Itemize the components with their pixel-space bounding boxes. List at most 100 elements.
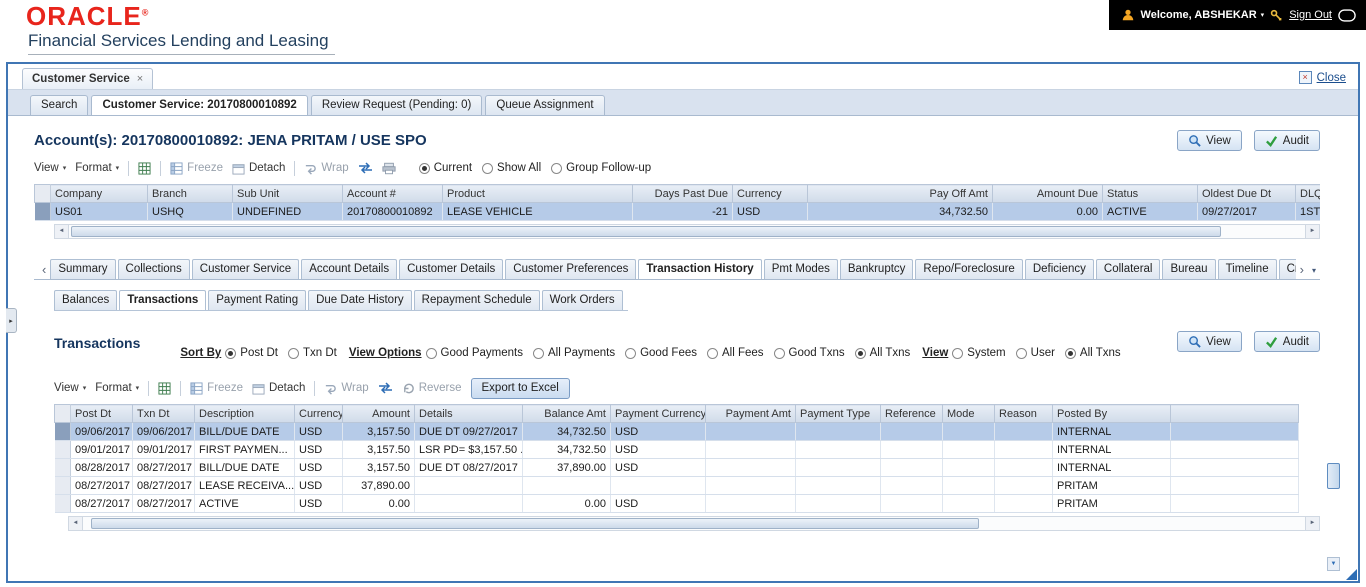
- tab-account-details[interactable]: Account Details: [301, 259, 398, 279]
- resize-grip-icon[interactable]: [1346, 569, 1357, 580]
- transactions-view-menu[interactable]: View ▾: [54, 382, 86, 394]
- radio-icon[interactable]: [425, 347, 437, 359]
- column-header-amount[interactable]: Amount: [342, 404, 415, 423]
- session-icon[interactable]: [1338, 8, 1356, 22]
- page-tab-queue-assignment[interactable]: Queue Assignment: [485, 95, 605, 115]
- tabs-overflow-icon[interactable]: ▾: [1308, 266, 1320, 279]
- tabs-scroll-left-icon[interactable]: ‹: [38, 263, 50, 279]
- table-row[interactable]: US01 USHQ UNDEFINED 20170800010892 LEASE VEH…: [34, 202, 1320, 221]
- column-header-details[interactable]: Details: [414, 404, 523, 423]
- window-tab-customer-service[interactable]: Customer Service ×: [22, 68, 154, 89]
- row-selector[interactable]: [54, 476, 71, 495]
- column-header-amount-due[interactable]: Amount Due: [992, 184, 1103, 203]
- account-filter-option-group-follow-up[interactable]: Group Follow-up: [551, 162, 651, 174]
- radio-icon[interactable]: [952, 347, 964, 359]
- tab-close-icon[interactable]: ×: [137, 73, 143, 85]
- tab-customer-preferences[interactable]: Customer Preferences: [505, 259, 637, 279]
- row-selector[interactable]: [54, 440, 71, 459]
- reverse-button[interactable]: Reverse: [402, 382, 462, 395]
- table-row[interactable]: 08/27/2017 08/27/2017 LEASE RECEIVA... USD 3…: [54, 476, 1299, 495]
- column-header-payment-amt[interactable]: Payment Amt: [705, 404, 796, 423]
- column-header-sub-unit[interactable]: Sub Unit: [232, 184, 343, 203]
- view-options-option-all-fees[interactable]: All Fees: [707, 347, 764, 359]
- view-options-option-all-payments[interactable]: All Payments: [532, 347, 615, 359]
- row-selector[interactable]: [54, 422, 71, 441]
- detach-button[interactable]: Detach: [232, 162, 285, 175]
- hscrollbar-thumb[interactable]: [91, 518, 979, 529]
- tab-collateral[interactable]: Collateral: [1095, 259, 1161, 279]
- radio-icon[interactable]: [225, 347, 237, 359]
- account-view-menu[interactable]: View ▾: [34, 162, 66, 174]
- column-header-days-past-due[interactable]: Days Past Due: [632, 184, 733, 203]
- vertical-scrollbar[interactable]: ▼: [1327, 122, 1340, 571]
- view-filter-option-user[interactable]: User: [1015, 347, 1055, 359]
- table-row[interactable]: 08/28/2017 08/27/2017 BILL/DUE DATE USD 3,15…: [54, 458, 1299, 477]
- radio-icon[interactable]: [532, 347, 544, 359]
- panel-expand-handle[interactable]: ▸: [6, 308, 17, 333]
- scroll-left-icon[interactable]: ◄: [69, 517, 83, 530]
- print-icon[interactable]: [382, 162, 396, 175]
- radio-icon[interactable]: [1064, 347, 1076, 359]
- column-header-company[interactable]: Company: [50, 184, 148, 203]
- wrap-button[interactable]: Wrap: [324, 382, 369, 395]
- wrap-button[interactable]: Wrap: [304, 162, 349, 175]
- table-row[interactable]: 09/01/2017 09/01/2017 FIRST PAYMEN... USD 3,…: [54, 440, 1299, 459]
- scroll-right-icon[interactable]: ►: [1305, 517, 1319, 530]
- account-format-menu[interactable]: Format ▾: [75, 162, 119, 174]
- table-row[interactable]: 08/27/2017 08/27/2017 ACTIVE USD 0.00 0.00 USD…: [54, 494, 1299, 513]
- transactions-audit-button[interactable]: Audit: [1253, 331, 1320, 352]
- column-header-dlq[interactable]: DLQ R: [1295, 184, 1320, 203]
- column-header-payment-type[interactable]: Payment Type: [795, 404, 881, 423]
- column-header-reason[interactable]: Reason: [994, 404, 1053, 423]
- refresh-arrows-icon[interactable]: [358, 162, 373, 174]
- row-selector[interactable]: [54, 494, 71, 513]
- sort-by-option-post-dt[interactable]: Post Dt: [225, 347, 278, 359]
- column-header-reference[interactable]: Reference: [880, 404, 943, 423]
- export-to-excel-button[interactable]: Export to Excel: [470, 377, 570, 399]
- hscrollbar-thumb[interactable]: [71, 226, 1222, 237]
- subtab-balances[interactable]: Balances: [54, 290, 118, 310]
- sort-by-option-txn-dt[interactable]: Txn Dt: [288, 347, 337, 359]
- page-tab-customer-service-20170800010892[interactable]: Customer Service: 20170800010892: [91, 95, 308, 115]
- radio-icon[interactable]: [854, 347, 866, 359]
- page-tab-search[interactable]: Search: [30, 95, 89, 115]
- page-tab-review-request-pending-0[interactable]: Review Request (Pending: 0): [310, 95, 483, 115]
- row-selector[interactable]: [54, 458, 71, 477]
- radio-icon[interactable]: [482, 162, 494, 174]
- tab-collections[interactable]: Collections: [117, 259, 190, 279]
- welcome-menu[interactable]: Welcome, ABSHEKAR ▾: [1141, 9, 1265, 21]
- account-filter-option-show-all[interactable]: Show All: [482, 162, 541, 174]
- tab-deficiency[interactable]: Deficiency: [1024, 259, 1094, 279]
- subtab-repayment-schedule[interactable]: Repayment Schedule: [413, 290, 540, 310]
- subtab-payment-rating[interactable]: Payment Rating: [208, 290, 307, 310]
- tab-bureau[interactable]: Bureau: [1162, 259, 1216, 279]
- radio-icon[interactable]: [625, 347, 637, 359]
- column-header-status[interactable]: Status: [1102, 184, 1198, 203]
- tab-summary[interactable]: Summary: [50, 259, 116, 279]
- tab-cross-up-sell[interactable]: Cross/Up Sell: [1278, 259, 1296, 279]
- account-filter-option-current[interactable]: Current: [418, 162, 472, 174]
- transactions-view-button[interactable]: View: [1177, 331, 1242, 352]
- sign-out-link[interactable]: Sign Out: [1289, 9, 1332, 21]
- column-header-account[interactable]: Account #: [342, 184, 443, 203]
- column-header-pay-off-amt[interactable]: Pay Off Amt: [807, 184, 993, 203]
- subtab-transactions[interactable]: Transactions: [119, 290, 207, 310]
- vscrollbar-thumb[interactable]: [1327, 463, 1340, 490]
- column-header-oldest-due-dt[interactable]: Oldest Due Dt: [1197, 184, 1296, 203]
- radio-icon[interactable]: [288, 347, 299, 359]
- freeze-button[interactable]: Freeze: [190, 381, 243, 395]
- scroll-down-icon[interactable]: ▼: [1327, 557, 1340, 571]
- account-view-button[interactable]: View: [1177, 130, 1242, 151]
- radio-icon[interactable]: [551, 162, 563, 174]
- table-row[interactable]: 09/06/2017 09/06/2017 BILL/DUE DATE USD 3,15…: [54, 422, 1299, 441]
- tab-repo-foreclosure[interactable]: Repo/Foreclosure: [915, 259, 1023, 279]
- column-header-description[interactable]: Description: [194, 404, 295, 423]
- scroll-left-icon[interactable]: ◄: [55, 225, 69, 238]
- radio-icon[interactable]: [1015, 347, 1027, 359]
- view-options-option-good-txns[interactable]: Good Txns: [773, 347, 845, 359]
- view-options-option-all-txns[interactable]: All Txns: [854, 347, 910, 359]
- scroll-right-icon[interactable]: ►: [1305, 225, 1319, 238]
- view-options-option-good-payments[interactable]: Good Payments: [425, 347, 523, 359]
- tab-transaction-history[interactable]: Transaction History: [638, 259, 762, 279]
- detach-button[interactable]: Detach: [252, 382, 305, 395]
